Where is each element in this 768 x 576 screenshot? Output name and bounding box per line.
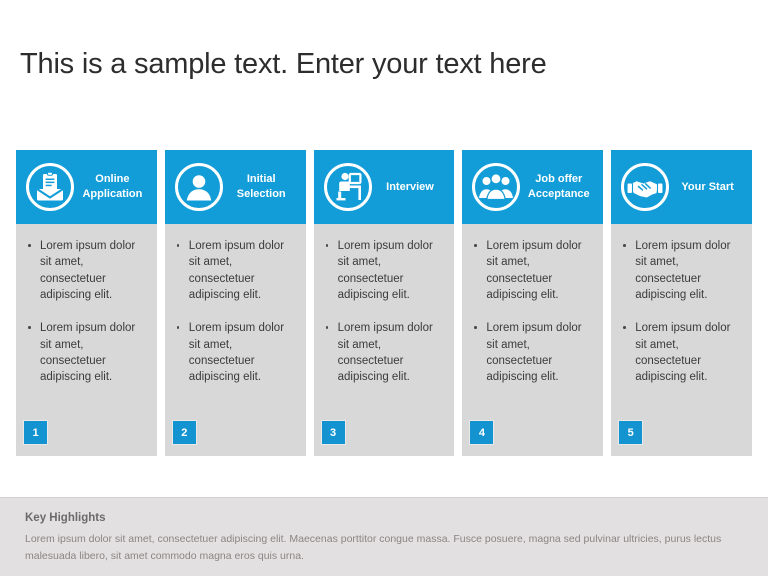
- person-icon: [173, 161, 225, 213]
- step-number-badge: 5: [619, 421, 643, 444]
- process-card-label: Initial Selection: [236, 173, 286, 200]
- process-card-header: Interview: [313, 150, 455, 224]
- bullet-list: Lorem ipsum dolor sit amet, consectetuer…: [322, 238, 445, 386]
- group-of-people-icon: [470, 161, 522, 213]
- process-card-label: Interview: [386, 180, 434, 193]
- list-item: Lorem ipsum dolor sit amet, consectetuer…: [322, 238, 445, 303]
- bullet-list: Lorem ipsum dolor sit amet, consectetuer…: [470, 238, 593, 386]
- process-steps-row: Online Application Lorem ipsum dolor sit …: [16, 150, 752, 456]
- key-highlights-panel: Key Highlights Lorem ipsum dolor sit ame…: [0, 497, 768, 576]
- envelope-document-icon: [24, 161, 76, 213]
- list-item: Lorem ipsum dolor sit amet, consectetuer…: [24, 238, 147, 303]
- list-item: Lorem ipsum dolor sit amet, consectetuer…: [470, 320, 593, 385]
- step-number-badge: 2: [172, 421, 196, 444]
- process-card[interactable]: Initial Selection Lorem ipsum dolor sit a…: [164, 150, 306, 456]
- process-card[interactable]: Job offer Acceptance Lorem ipsum dolor si…: [462, 150, 604, 456]
- step-number-badge: 3: [321, 421, 345, 444]
- list-item: Lorem ipsum dolor sit amet, consectetuer…: [173, 320, 296, 385]
- process-card-header: Online Application: [16, 150, 157, 224]
- list-item: Lorem ipsum dolor sit amet, consectetuer…: [619, 320, 742, 385]
- list-item: Lorem ipsum dolor sit amet, consectetuer…: [619, 238, 742, 303]
- list-item: Lorem ipsum dolor sit amet, consectetuer…: [24, 320, 147, 385]
- process-card[interactable]: Online Application Lorem ipsum dolor sit …: [16, 150, 157, 456]
- key-highlights-title: Key Highlights: [25, 512, 106, 524]
- process-card[interactable]: Your Start Lorem ipsum dolor sit amet, co…: [611, 150, 752, 456]
- process-card-label: Online Application: [82, 173, 143, 200]
- bullet-list: Lorem ipsum dolor sit amet, consectetuer…: [619, 238, 742, 386]
- step-number-badge: 1: [24, 421, 47, 444]
- bullet-list: Lorem ipsum dolor sit amet, consectetuer…: [24, 238, 147, 386]
- process-card-header: Initial Selection: [164, 150, 306, 224]
- key-highlights-body: Lorem ipsum dolor sit amet, consectetuer…: [25, 533, 722, 562]
- list-item: Lorem ipsum dolor sit amet, consectetuer…: [470, 238, 593, 303]
- process-card-label: Your Start: [681, 180, 734, 193]
- process-card-label: Job offer Acceptance: [527, 173, 590, 200]
- page-title: This is a sample text. Enter your text h…: [20, 48, 547, 80]
- list-item: Lorem ipsum dolor sit amet, consectetuer…: [322, 320, 445, 385]
- list-item: Lorem ipsum dolor sit amet, consectetuer…: [173, 238, 296, 303]
- process-card-header: Your Start: [611, 150, 752, 224]
- person-at-desk-icon: [322, 161, 374, 213]
- step-number-badge: 4: [470, 421, 494, 444]
- process-card[interactable]: Interview Lorem ipsum dolor sit amet, con…: [313, 150, 455, 456]
- bullet-list: Lorem ipsum dolor sit amet, consectetuer…: [173, 238, 296, 386]
- handshake-icon: [619, 161, 671, 213]
- process-card-header: Job offer Acceptance: [462, 150, 604, 224]
